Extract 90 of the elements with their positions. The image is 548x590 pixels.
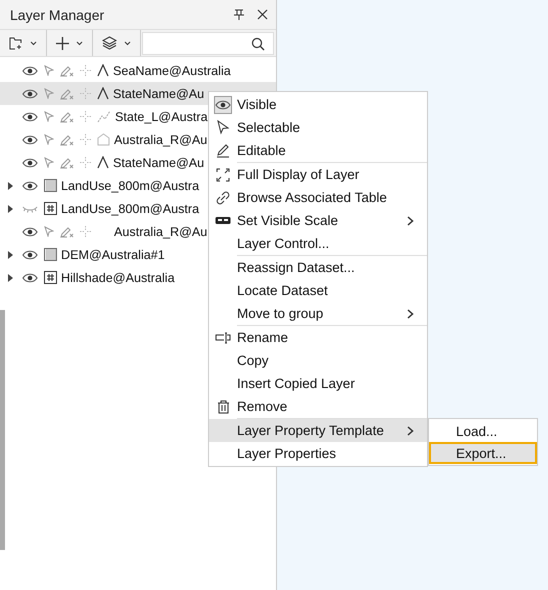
pencil-icon[interactable]: [60, 156, 74, 168]
pencil-icon[interactable]: [60, 134, 74, 146]
pencil-icon[interactable]: [60, 88, 74, 100]
snap-icon[interactable]: [80, 226, 91, 237]
menu-item[interactable]: Reassign Dataset...: [209, 256, 427, 279]
caret-down-icon: [76, 40, 83, 46]
layer-name: Australia_R@Au: [114, 224, 208, 238]
link-icon: [216, 190, 230, 204]
trash-icon: [216, 400, 230, 414]
raster-grid-icon: [44, 271, 57, 284]
eye-icon[interactable]: [22, 226, 38, 238]
layer-name: DEM@Australia#1: [61, 248, 165, 262]
caret-down-icon: [30, 40, 37, 46]
layer-name: StateName@Au: [113, 156, 204, 170]
menu-item[interactable]: Full Display of Layer: [209, 163, 427, 186]
plus-icon: [56, 36, 69, 50]
eye-icon[interactable]: [22, 272, 38, 284]
menu-item[interactable]: Rename: [209, 326, 427, 349]
layer-name: Australia_R@Au: [114, 132, 208, 146]
eye-icon[interactable]: [22, 88, 38, 100]
scale-icon: [215, 216, 231, 226]
expand-icon[interactable]: [8, 182, 13, 190]
grid-icon: [44, 179, 57, 192]
chevron-right-icon: [407, 216, 414, 226]
chevron-right-icon: [407, 308, 414, 318]
expand-icon[interactable]: [8, 274, 13, 282]
snap-icon[interactable]: [80, 65, 91, 76]
menu-item[interactable]: Browse Associated Table: [209, 186, 427, 209]
panel-title: Layer Manager: [10, 6, 106, 22]
menu-item[interactable]: Layer Properties: [209, 442, 427, 465]
layer-name: State_L@Austra: [115, 110, 208, 124]
cursor-icon[interactable]: [44, 157, 54, 168]
label-layer-icon: [97, 64, 109, 77]
region-layer-icon: [97, 133, 110, 146]
menu-item[interactable]: Insert Copied Layer: [209, 372, 427, 395]
pencil-icon: [216, 144, 230, 158]
line-layer-icon: [97, 110, 111, 123]
snap-icon[interactable]: [80, 157, 91, 168]
eye-icon[interactable]: [22, 180, 38, 192]
cursor-icon[interactable]: [44, 65, 54, 76]
eye-icon[interactable]: [22, 134, 38, 146]
menu-item[interactable]: Move to group: [209, 302, 427, 325]
snap-icon[interactable]: [80, 111, 91, 122]
eye-icon[interactable]: [22, 110, 38, 122]
snap-icon[interactable]: [80, 134, 91, 145]
rename-icon: [215, 332, 231, 344]
pencil-icon[interactable]: [60, 110, 74, 122]
search-field[interactable]: [142, 32, 274, 55]
pencil-icon[interactable]: [60, 64, 74, 76]
eye-icon[interactable]: [22, 64, 38, 76]
raster-grid-icon: [44, 202, 57, 215]
pencil-icon[interactable]: [60, 226, 74, 238]
layer-name: LandUse_800m@Austra: [61, 178, 200, 192]
label-layer-icon: [97, 87, 109, 100]
menu-item[interactable]: Editable: [209, 139, 427, 162]
menu-item[interactable]: Set Visible Scale: [209, 209, 427, 232]
layers-icon: [102, 36, 117, 50]
chevron-right-icon: [407, 426, 414, 436]
cursor-icon[interactable]: [44, 88, 54, 99]
layer-row[interactable]: SeaName@Australia: [0, 59, 276, 82]
close-icon[interactable]: [257, 9, 268, 20]
layer-name: Hillshade@Australia: [61, 270, 175, 284]
layer-name: StateName@Au: [113, 86, 204, 100]
cursor-icon[interactable]: [44, 134, 54, 145]
cursor-icon: [216, 120, 230, 135]
menu-item[interactable]: Selectable: [209, 116, 427, 139]
menu-item[interactable]: Locate Dataset: [209, 279, 427, 302]
menu-item[interactable]: Layer Control...: [209, 232, 427, 255]
eye-icon[interactable]: [215, 98, 231, 110]
expand-icon[interactable]: [8, 250, 13, 258]
eye-icon[interactable]: [22, 156, 38, 168]
pin-icon[interactable]: [233, 8, 245, 20]
expand-icon[interactable]: [8, 204, 13, 212]
layer-name: SeaName@Australia: [113, 64, 231, 78]
submenu-item[interactable]: Load...: [429, 420, 537, 442]
cursor-icon[interactable]: [44, 226, 54, 237]
menu-item[interactable]: Copy: [209, 349, 427, 372]
menu-item[interactable]: Remove: [209, 395, 427, 418]
eye-icon[interactable]: [22, 248, 38, 260]
caret-down-icon: [124, 40, 131, 46]
grid-icon: [44, 248, 57, 261]
scrollbar[interactable]: [0, 310, 5, 550]
folder-plus-icon: [9, 36, 23, 50]
snap-icon[interactable]: [80, 88, 91, 99]
full-extent-icon: [216, 168, 230, 182]
search-icon: [251, 36, 265, 50]
submenu-item[interactable]: Export...: [429, 442, 537, 464]
label-layer-icon: [97, 156, 109, 169]
cursor-icon[interactable]: [44, 111, 54, 122]
layer-name: LandUse_800m@Austra: [61, 202, 200, 216]
